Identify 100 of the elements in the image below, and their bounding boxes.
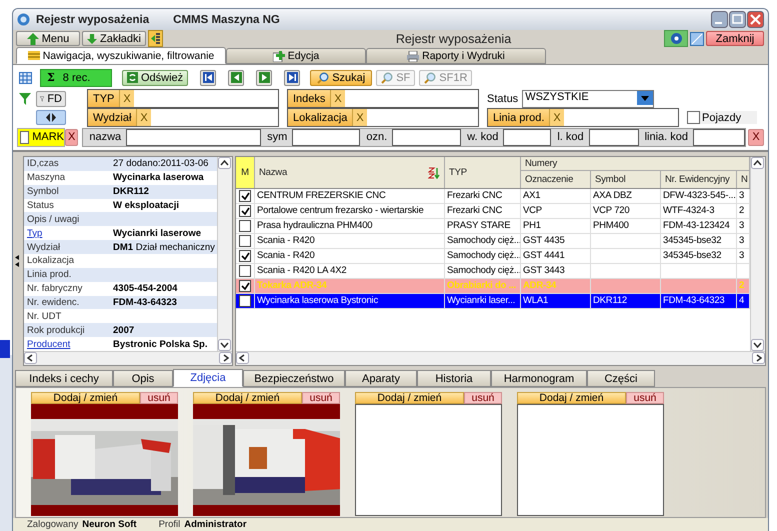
input-field[interactable] bbox=[503, 128, 552, 146]
table-row[interactable]: Scania - R420 Samochody cięż... GST 4435 345345-bse32 3 bbox=[236, 234, 750, 249]
close-button[interactable]: Zamknij bbox=[706, 31, 764, 46]
column-header[interactable]: TYP bbox=[445, 157, 521, 188]
vertical-scrollbar[interactable] bbox=[750, 157, 765, 351]
checkbox[interactable] bbox=[239, 220, 251, 232]
status-dropdown[interactable]: WSZYSTKIE bbox=[522, 90, 654, 108]
filter-field[interactable]: Wydział X bbox=[87, 108, 279, 127]
table-cell: AX1 bbox=[521, 189, 591, 203]
clear-mark-button[interactable]: X bbox=[65, 128, 78, 146]
tab[interactable]: Historia bbox=[417, 370, 491, 387]
input-field[interactable] bbox=[126, 128, 262, 146]
add-photo-button[interactable]: Dodaj / zmień bbox=[517, 392, 626, 404]
column-header[interactable]: M bbox=[236, 157, 255, 188]
close-icon[interactable] bbox=[747, 11, 764, 28]
filter-label[interactable]: Linia prod. bbox=[488, 109, 550, 126]
horizontal-scrollbar[interactable] bbox=[24, 351, 232, 365]
table-row[interactable]: Portalowe centrum frezarsko - wiertarskie Frezarki CNC VCP VCP 720 WTF-4324-3 2 bbox=[236, 204, 750, 219]
navigation-button[interactable] bbox=[200, 70, 216, 86]
column-header[interactable]: Nr. Ewidencyjny bbox=[661, 171, 737, 188]
mark-filter[interactable]: MARK bbox=[17, 128, 65, 146]
remove-photo-button[interactable]: usuń bbox=[464, 392, 502, 404]
bookmarks-button[interactable]: Zakładki bbox=[82, 31, 146, 46]
search-button[interactable]: Szukaj bbox=[310, 70, 372, 86]
maximize-icon[interactable] bbox=[729, 11, 746, 28]
clear-filter[interactable]: X bbox=[136, 109, 151, 126]
column-header[interactable]: Symbol bbox=[591, 171, 661, 188]
checkbox[interactable] bbox=[20, 130, 30, 144]
minimize-icon[interactable] bbox=[711, 11, 728, 28]
add-photo-button[interactable]: Dodaj / zmień bbox=[355, 392, 464, 404]
navigation-button[interactable] bbox=[228, 70, 244, 86]
tab[interactable]: Aparaty bbox=[345, 370, 417, 387]
field-label: w. kod bbox=[466, 131, 500, 143]
input-field[interactable] bbox=[292, 128, 360, 146]
remove-photo-button[interactable]: usuń bbox=[302, 392, 340, 404]
navigation-button[interactable] bbox=[284, 70, 300, 86]
table-cell: WLA1 bbox=[521, 294, 591, 308]
checkbox[interactable] bbox=[687, 111, 700, 124]
field-value: Bystronic Polska Sp. bbox=[113, 338, 209, 350]
add-photo-button[interactable]: Dodaj / zmień bbox=[31, 392, 140, 404]
filter-clear-button[interactable]: FD bbox=[36, 90, 66, 106]
remove-photo-button[interactable]: usuń bbox=[626, 392, 664, 404]
filter-label[interactable]: Wydział bbox=[88, 109, 136, 126]
tab[interactable]: Harmonogram bbox=[491, 370, 587, 387]
remove-photo-button[interactable]: usuń bbox=[140, 392, 178, 404]
checkbox[interactable] bbox=[239, 265, 251, 277]
add-photo-button[interactable]: Dodaj / zmień bbox=[193, 392, 302, 404]
next-record-icon bbox=[258, 72, 270, 83]
menu-button[interactable]: Menu bbox=[16, 31, 80, 46]
column-header[interactable]: Oznaczenie bbox=[521, 171, 591, 188]
clear-filter[interactable]: X bbox=[330, 90, 345, 107]
tab[interactable]: Indeks i cechy bbox=[15, 370, 113, 387]
filter-label[interactable]: Lokalizacja bbox=[288, 109, 352, 126]
status-label: Zalogowany bbox=[27, 519, 78, 531]
left-right-arrows-icon bbox=[46, 113, 56, 122]
checkbox[interactable] bbox=[239, 280, 251, 292]
table-row[interactable]: Prasa hydrauliczna PHM400 PRASY STARE PH1 PHM400 FDM-43-123424 3 bbox=[236, 219, 750, 234]
field-label: Nr. fabryczny bbox=[26, 283, 84, 294]
panel-toggle-button[interactable] bbox=[148, 30, 163, 47]
clear-filter[interactable]: X bbox=[352, 109, 367, 126]
refresh-button[interactable]: Odśwież bbox=[122, 70, 188, 86]
checkbox[interactable] bbox=[239, 190, 251, 202]
filter-field[interactable]: Lokalizacja X bbox=[287, 108, 479, 127]
field-link[interactable]: Typ bbox=[24, 228, 113, 239]
vertical-scrollbar[interactable] bbox=[217, 157, 232, 351]
filter-field[interactable]: Linia prod. X bbox=[487, 108, 679, 127]
help-button[interactable] bbox=[664, 30, 688, 47]
checkbox[interactable] bbox=[239, 250, 251, 262]
tab[interactable]: Nawigacja, wyszukiwanie, filtrowanie bbox=[16, 47, 226, 64]
tab[interactable]: Edycja bbox=[226, 48, 366, 64]
column-header[interactable]: Nazwa bbox=[255, 157, 445, 188]
tab[interactable]: Opis bbox=[113, 370, 173, 387]
field-link[interactable]: Producent bbox=[24, 338, 113, 350]
window-icon[interactable] bbox=[690, 32, 704, 46]
input-field[interactable] bbox=[588, 128, 639, 146]
tab[interactable]: Zdjęcia bbox=[173, 369, 243, 387]
table-row[interactable]: Scania - R420 Samochody cięż... GST 4441 345345-bse32 3 bbox=[236, 249, 750, 264]
table-cell: Samochody cięż... bbox=[445, 249, 521, 263]
field-value: FDM-43-64323 bbox=[113, 297, 178, 308]
tab[interactable]: Bezpieczeństwo bbox=[243, 370, 345, 387]
input-field[interactable] bbox=[392, 128, 462, 146]
checkbox[interactable] bbox=[239, 235, 251, 247]
tab[interactable]: Raporty i Wydruki bbox=[366, 48, 546, 64]
table-row[interactable]: CENTRUM FREZERSKIE CNC Frezarki CNC AX1 AXA DBZ DFW-4323-545-... 3 bbox=[236, 189, 750, 204]
checkbox[interactable] bbox=[239, 295, 251, 307]
filter-field[interactable]: Indeks X bbox=[287, 89, 479, 108]
filter-label[interactable]: Indeks bbox=[288, 90, 330, 107]
clear-filter[interactable]: X bbox=[119, 90, 134, 107]
navigation-button[interactable] bbox=[256, 70, 272, 86]
arrow-list-icon bbox=[150, 33, 160, 44]
filter-label[interactable]: TYP bbox=[88, 90, 120, 107]
input-field[interactable] bbox=[693, 128, 746, 146]
checkbox[interactable] bbox=[239, 205, 251, 217]
clear-filter[interactable]: X bbox=[549, 109, 564, 126]
filter-field[interactable]: TYP X bbox=[87, 89, 279, 108]
horizontal-scrollbar[interactable] bbox=[236, 351, 765, 365]
clear-all-button[interactable]: X bbox=[748, 128, 764, 146]
resize-button[interactable] bbox=[36, 110, 66, 125]
tab[interactable]: Części bbox=[587, 370, 655, 387]
table-row[interactable]: Wycinarka laserowa Bystronic Wycianrki laser... WLA1 DKR112 FDM-43-64323 4 bbox=[236, 294, 750, 309]
